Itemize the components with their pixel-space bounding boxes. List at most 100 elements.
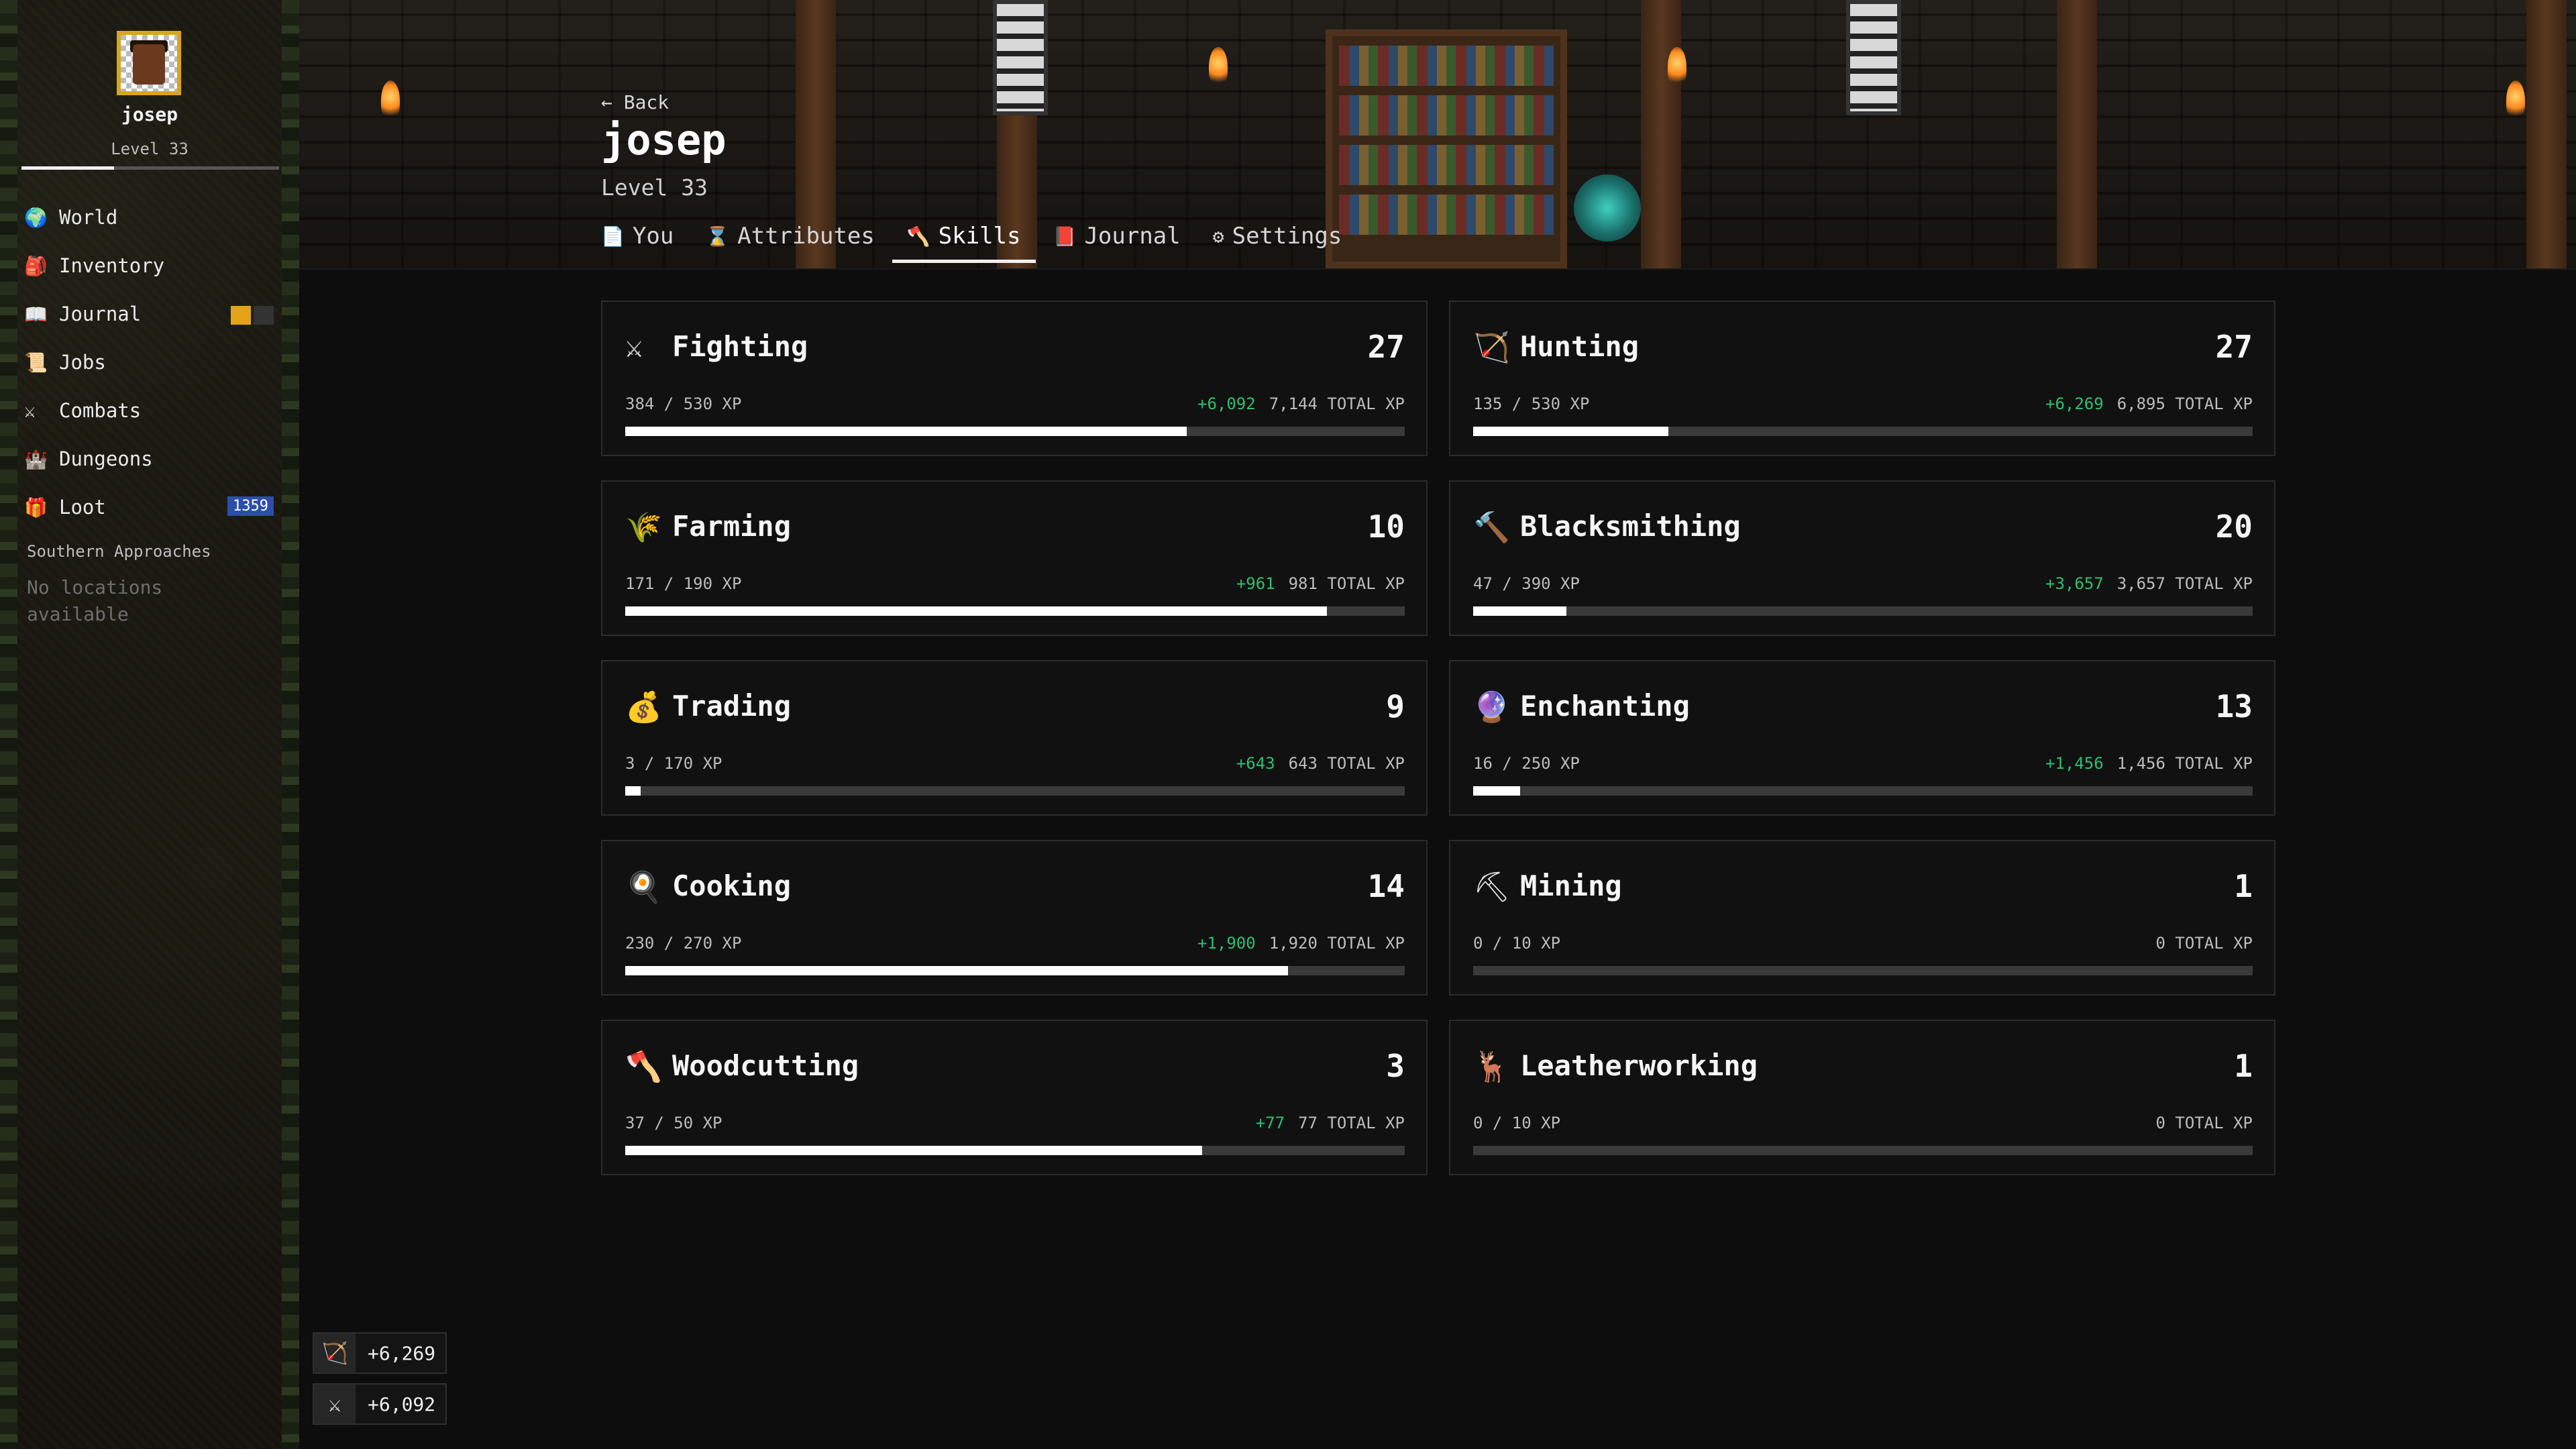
sidebar-item-combats[interactable]: ⚔ Combats [24, 386, 279, 435]
frying-pan-icon: 🍳 [625, 870, 662, 904]
skill-level: 1 [2234, 868, 2253, 904]
skill-name: Mining [1520, 869, 1622, 902]
skill-total-xp: 0 TOTAL XP [2155, 1114, 2253, 1132]
skill-name: Hunting [1520, 330, 1640, 363]
axe-icon: 🪓 [625, 1050, 662, 1084]
skill-xp-gain: +961 [1236, 574, 1275, 593]
skill-name: Enchanting [1520, 690, 1690, 722]
skill-total-xp: 1,456 TOTAL XP [2116, 754, 2253, 773]
skill-xp-summary: +6,092 7,144 TOTAL XP [1197, 394, 1405, 413]
skill-card-mining[interactable]: ⛏ Mining 1 0 / 10 XP 0 TOTAL XP [1449, 840, 2275, 996]
crossed-swords-icon: ⚔ [625, 330, 643, 364]
wheat-icon: 🌾 [625, 511, 662, 545]
skill-level: 27 [1367, 329, 1405, 365]
journal-marker [254, 306, 274, 325]
skill-level: 1 [2234, 1048, 2253, 1084]
skill-name: Cooking [672, 869, 792, 902]
tab-skills[interactable]: 🪓 Skills [892, 223, 1036, 263]
loot-count-badge: 1359 [227, 496, 274, 516]
document-icon: 📄 [601, 225, 625, 248]
sidebar-item-inventory[interactable]: 🎒 Inventory [24, 241, 279, 290]
sidebar-item-dungeons[interactable]: 🏰 Dungeons [24, 435, 279, 483]
xp-toast-value: +6,269 [368, 1342, 436, 1364]
skill-level: 13 [2215, 688, 2253, 724]
sidebar-item-world[interactable]: 🌍 World [24, 193, 279, 241]
skill-xp: 0 / 10 XP [1473, 1114, 1561, 1132]
dungeon-icon: 🏰 [24, 447, 48, 470]
sidebar-item-loot[interactable]: 🎁 Loot 1359 [24, 483, 279, 531]
skill-total-xp: 0 TOTAL XP [2155, 934, 2253, 953]
tab-attributes[interactable]: ⌛ Attributes [706, 223, 890, 263]
skill-progress-fill [625, 606, 1327, 616]
skill-card-woodcutting[interactable]: 🪓 Woodcutting 3 37 / 50 XP +77 77 TOTAL XP [601, 1020, 1428, 1175]
sidebar-item-label: Inventory [59, 254, 165, 277]
skill-card-blacksmithing[interactable]: 🔨 Blacksmithing 20 47 / 390 XP +3,657 3,657 T… [1449, 480, 2275, 636]
vine-decoration [0, 0, 17, 1449]
tab-settings[interactable]: ⚙ Settings [1213, 223, 1357, 263]
skill-level: 10 [1367, 508, 1405, 545]
skill-xp-gain: +643 [1236, 754, 1275, 773]
skill-progress-bar [1473, 1146, 2253, 1155]
bow-icon: 🏹 [314, 1334, 356, 1373]
skill-level: 9 [1386, 688, 1405, 724]
skill-progress-bar [1473, 427, 2253, 436]
skill-progress-bar [625, 786, 1405, 796]
journal-marker-new [231, 306, 251, 325]
skill-total-xp: 981 TOTAL XP [1288, 574, 1405, 593]
globe-icon: 🌍 [24, 206, 48, 229]
sidebar-item-label: Dungeons [59, 447, 153, 470]
torch-icon [1209, 47, 1228, 87]
crossed-swords-icon: ⚔ [24, 399, 36, 422]
orb-decoration [1574, 174, 1641, 241]
back-link[interactable]: ← Back [601, 91, 669, 113]
avatar-face [133, 44, 165, 85]
tab-journal[interactable]: 📕 Journal [1053, 223, 1195, 263]
skill-name: Fighting [672, 330, 808, 363]
skill-progress-bar [625, 966, 1405, 975]
skill-xp: 384 / 530 XP [625, 394, 742, 413]
skill-xp: 37 / 50 XP [625, 1114, 722, 1132]
avatar[interactable] [117, 31, 181, 95]
axe-icon: 🪓 [906, 225, 930, 248]
skill-level: 14 [1367, 868, 1405, 904]
skill-card-fighting[interactable]: ⚔ Fighting 27 384 / 530 XP +6,092 7,144 TOTAL… [601, 301, 1428, 456]
torch-icon [1668, 47, 1686, 87]
skill-progress-fill [1473, 606, 1567, 616]
skill-level: 3 [1386, 1048, 1405, 1084]
crystal-ball-icon: 🔮 [1473, 690, 1510, 724]
sidebar-item-label: Journal [59, 303, 142, 325]
treasure-icon: 🎁 [24, 496, 48, 519]
skill-xp-gain: +1,900 [1197, 934, 1256, 953]
tab-you[interactable]: 📄 You [601, 223, 688, 263]
skill-card-enchanting[interactable]: 🔮 Enchanting 13 16 / 250 XP +1,456 1,456 TOTA… [1449, 660, 2275, 816]
region-label: Southern Approaches [27, 542, 211, 561]
sidebar-item-journal[interactable]: 📖 Journal [24, 290, 279, 338]
skill-level: 27 [2215, 329, 2253, 365]
skill-progress-bar [1473, 606, 2253, 616]
skill-card-trading[interactable]: 💰 Trading 9 3 / 170 XP +643 643 TOTAL XP [601, 660, 1428, 816]
skill-progress-bar [625, 606, 1405, 616]
sidebar-nav: 🌍 World 🎒 Inventory 📖 Journal 📜 Jobs ⚔ Combats 🏰 Du… [24, 193, 279, 531]
window-decoration [993, 0, 1048, 115]
xp-toast: 🏹 +6,269 [313, 1332, 447, 1374]
skill-card-leatherworking[interactable]: 🦌 Leatherworking 1 0 / 10 XP 0 TOTAL XP [1449, 1020, 2275, 1175]
skill-xp-summary: 0 TOTAL XP [2143, 1114, 2253, 1132]
skill-total-xp: 1,920 TOTAL XP [1269, 934, 1405, 953]
scroll-icon: 📜 [24, 351, 48, 374]
skill-xp-gain: +1,456 [2045, 754, 2104, 773]
skill-xp-summary: +6,269 6,895 TOTAL XP [2045, 394, 2253, 413]
skill-progress-fill [1473, 786, 1520, 796]
sidebar-item-label: Loot [59, 496, 106, 519]
skill-xp-summary: 0 TOTAL XP [2143, 934, 2253, 953]
skill-xp-summary: +961 981 TOTAL XP [1236, 574, 1405, 593]
skill-card-farming[interactable]: 🌾 Farming 10 171 / 190 XP +961 981 TOTAL XP [601, 480, 1428, 636]
skill-progress-fill [1473, 427, 1668, 436]
sidebar-item-jobs[interactable]: 📜 Jobs [24, 338, 279, 386]
skill-xp-gain: +3,657 [2045, 574, 2104, 593]
skill-xp: 171 / 190 XP [625, 574, 742, 593]
skill-card-hunting[interactable]: 🏹 Hunting 27 135 / 530 XP +6,269 6,895 TOTAL … [1449, 301, 2275, 456]
skill-xp-summary: +643 643 TOTAL XP [1236, 754, 1405, 773]
skill-card-cooking[interactable]: 🍳 Cooking 14 230 / 270 XP +1,900 1,920 TOTAL … [601, 840, 1428, 996]
skill-name: Farming [672, 510, 792, 543]
skill-xp: 47 / 390 XP [1473, 574, 1580, 593]
